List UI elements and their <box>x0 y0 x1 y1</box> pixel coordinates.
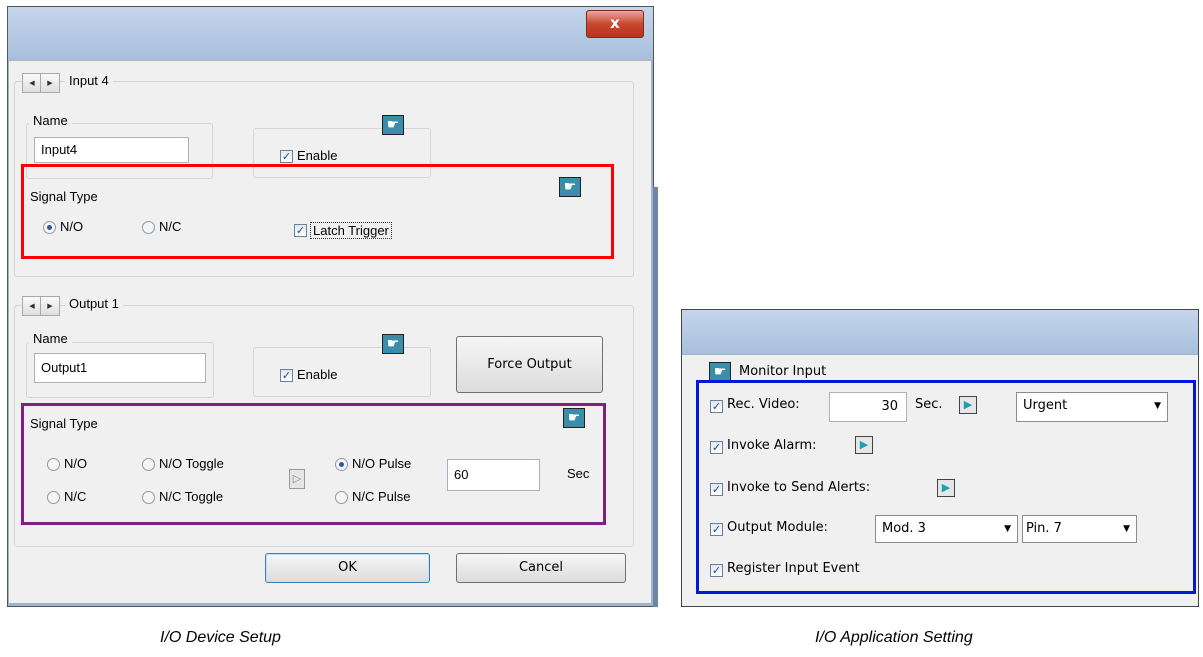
output-nc-pulse-radio[interactable] <box>335 491 348 504</box>
input-signal-type-label: Signal Type <box>30 189 98 204</box>
chevron-down-icon: ▼ <box>1004 524 1011 534</box>
output-nc-label: N/C <box>64 489 87 504</box>
monitor-input-label: Monitor Input <box>739 364 827 379</box>
input-signal-pointing-hand-icon[interactable]: ☛ <box>559 177 581 197</box>
latch-trigger-checkbox[interactable]: ✓ <box>294 224 307 237</box>
io-device-setup-dialog: x ◀ ▶ Input 4 Name Input4 ☛ ✓ Enable Sig… <box>7 6 658 607</box>
pulse-play-arrow-icon[interactable]: ▷ <box>289 469 305 489</box>
chevron-down-icon: ▼ <box>1123 524 1130 534</box>
input-no-radio[interactable] <box>43 221 56 234</box>
dialog-titlebar <box>8 7 653 60</box>
register-input-event-checkbox[interactable]: ✓ <box>710 564 723 577</box>
pulse-unit-label: Sec <box>567 466 590 481</box>
output-enable-checkbox[interactable]: ✓ <box>280 369 293 382</box>
rec-video-seconds-field[interactable]: 30 <box>829 392 907 422</box>
ok-button[interactable]: OK <box>265 553 430 583</box>
io-application-setting-panel: ☛ Monitor Input ✓ Rec. Video: 30 Sec. ▶ … <box>681 309 1199 607</box>
output-signal-type-label: Signal Type <box>30 416 98 431</box>
output-nc-pulse-label: N/C Pulse <box>352 489 411 504</box>
scrollbar[interactable] <box>653 187 658 607</box>
monitor-input-pointing-hand-icon[interactable]: ☛ <box>709 362 731 382</box>
send-alerts-label: Invoke to Send Alerts: <box>727 480 871 495</box>
input-enable-label: Enable <box>297 148 338 163</box>
latch-trigger-label: Latch Trigger <box>310 222 392 239</box>
input-next-button[interactable]: ▶ <box>40 73 60 93</box>
input-name-field[interactable]: Input4 <box>34 137 189 163</box>
output-header: Output 1 <box>65 296 123 311</box>
device-setup-caption: I/O Device Setup <box>160 629 281 646</box>
pin-select-value: Pin. 7 <box>1026 521 1062 536</box>
rec-video-play-arrow-icon[interactable]: ▶ <box>959 396 977 414</box>
input-name-label: Name <box>29 113 72 128</box>
output-module-label: Output Module: <box>727 520 828 535</box>
application-setting-caption: I/O Application Setting <box>815 629 973 646</box>
output-no-label: N/O <box>64 456 88 471</box>
input-prev-button[interactable]: ◀ <box>22 73 42 93</box>
output-no-pulse-radio[interactable] <box>335 458 348 471</box>
input-no-label: N/O <box>60 219 84 234</box>
output-no-pulse-label: N/O Pulse <box>352 456 412 471</box>
input-nc-label: N/C <box>159 219 182 234</box>
input-enable-pointing-hand-icon[interactable]: ☛ <box>382 115 404 135</box>
output-no-toggle-radio[interactable] <box>142 458 155 471</box>
invoke-alarm-label: Invoke Alarm: <box>727 438 817 453</box>
output-enable-label: Enable <box>297 367 338 382</box>
output-next-button[interactable]: ▶ <box>40 296 60 316</box>
send-alerts-checkbox[interactable]: ✓ <box>710 483 723 496</box>
output-name-label: Name <box>29 331 72 346</box>
force-output-button[interactable]: Force Output <box>456 336 603 393</box>
input-header: Input 4 <box>65 73 113 88</box>
output-module-checkbox[interactable]: ✓ <box>710 523 723 536</box>
output-signal-pointing-hand-icon[interactable]: ☛ <box>563 408 585 428</box>
module-select-value: Mod. 3 <box>882 521 926 536</box>
register-input-event-label: Register Input Event <box>727 561 860 576</box>
pin-select[interactable]: Pin. 7 ▼ <box>1022 515 1137 543</box>
priority-select-value: Urgent <box>1023 398 1068 413</box>
invoke-alarm-checkbox[interactable]: ✓ <box>710 441 723 454</box>
priority-select[interactable]: Urgent ▼ <box>1016 392 1168 422</box>
output-nc-radio[interactable] <box>47 491 60 504</box>
send-alerts-play-arrow-icon[interactable]: ▶ <box>937 479 955 497</box>
output-nc-toggle-label: N/C Toggle <box>159 489 224 504</box>
output-enable-pointing-hand-icon[interactable]: ☛ <box>382 334 404 354</box>
output-name-field[interactable]: Output1 <box>34 353 206 383</box>
rec-video-checkbox[interactable]: ✓ <box>710 400 723 413</box>
chevron-down-icon: ▼ <box>1154 401 1161 411</box>
output-no-radio[interactable] <box>47 458 60 471</box>
output-nc-toggle-radio[interactable] <box>142 491 155 504</box>
input-signal-highlight <box>21 164 614 259</box>
output-prev-button[interactable]: ◀ <box>22 296 42 316</box>
input-enable-checkbox[interactable]: ✓ <box>280 150 293 163</box>
input-nc-radio[interactable] <box>142 221 155 234</box>
dialog-client-area: ◀ ▶ Input 4 Name Input4 ☛ ✓ Enable Signa… <box>9 60 651 603</box>
close-button[interactable]: x <box>586 10 644 38</box>
pulse-seconds-field[interactable]: 60 <box>447 459 540 491</box>
rec-video-label: Rec. Video: <box>727 397 800 412</box>
panel-titlebar <box>682 310 1198 355</box>
cancel-button[interactable]: Cancel <box>456 553 626 583</box>
invoke-alarm-play-arrow-icon[interactable]: ▶ <box>855 436 873 454</box>
output-no-toggle-label: N/O Toggle <box>159 456 224 471</box>
module-select[interactable]: Mod. 3 ▼ <box>875 515 1018 543</box>
rec-video-unit-label: Sec. <box>915 397 943 412</box>
